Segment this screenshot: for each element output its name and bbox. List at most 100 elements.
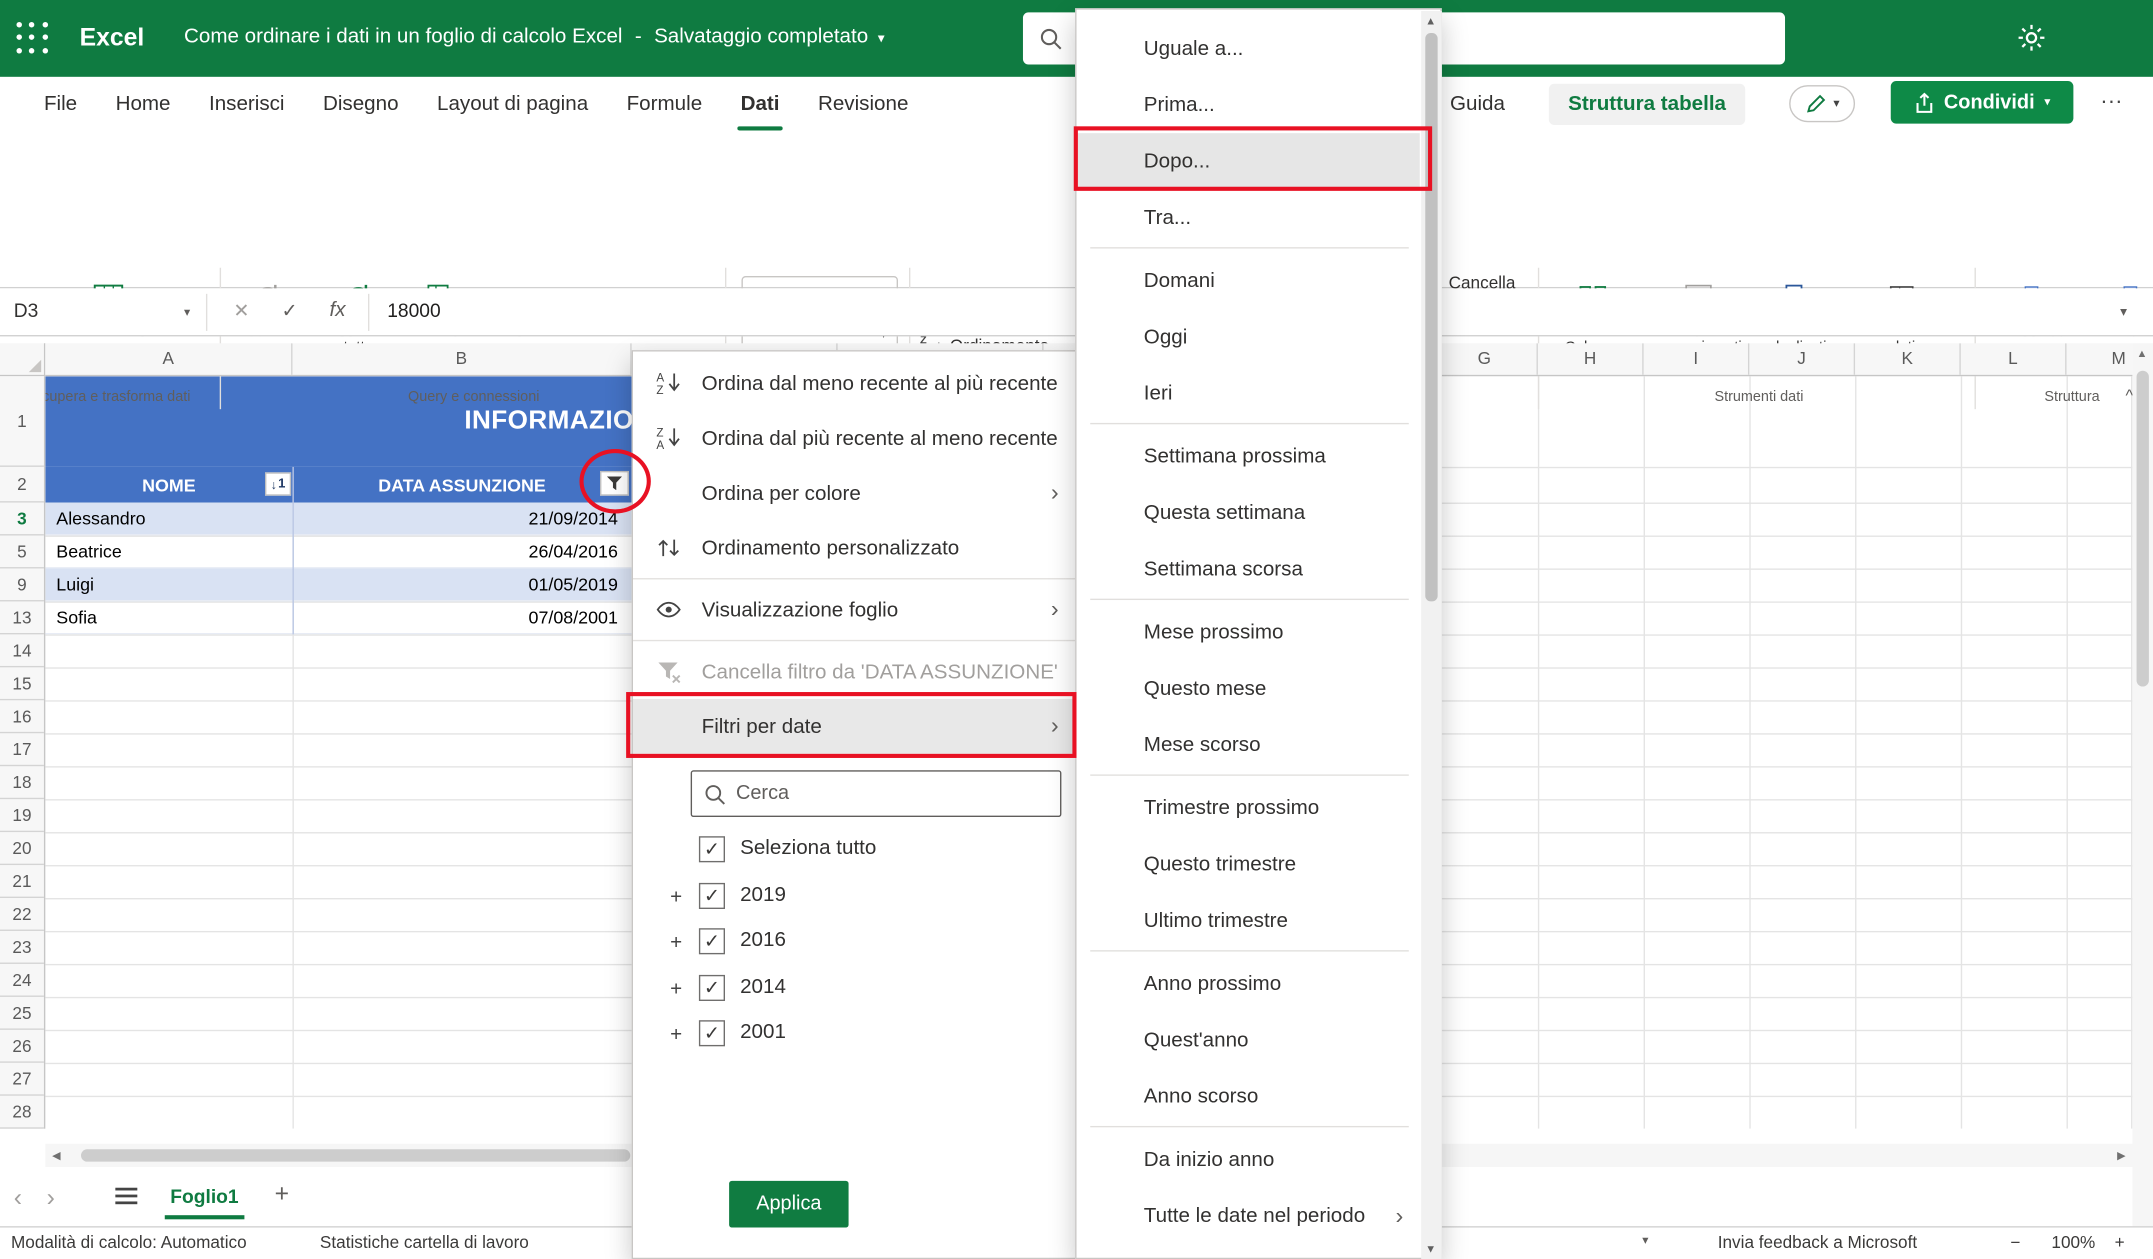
- column-header-h[interactable]: H: [1538, 343, 1644, 375]
- table-cell-date[interactable]: 01/05/2019: [292, 568, 631, 601]
- date-filter-prima[interactable]: Prima...: [1077, 77, 1420, 133]
- row-header-17[interactable]: 17: [0, 733, 44, 766]
- tab-dati[interactable]: Dati: [721, 77, 798, 131]
- sorted-column-badge[interactable]: ↓1: [265, 472, 291, 495]
- menu-item-ordina-dal-pi-recente-al-meno-recente[interactable]: ZAOrdina dal più recente al meno recente: [633, 411, 1077, 466]
- filter-checkbox-row-seleziona-tutto[interactable]: ✓Seleziona tutto: [633, 835, 1077, 871]
- scrollbar-thumb[interactable]: [2137, 371, 2149, 687]
- date-filter-anno-prossimo[interactable]: Anno prossimo: [1077, 956, 1420, 1012]
- filter-search-input[interactable]: [736, 783, 1031, 805]
- cancel-entry-icon[interactable]: ✕: [233, 299, 249, 322]
- confirm-entry-icon[interactable]: ✓: [281, 299, 297, 322]
- tab-guida[interactable]: Guida: [1442, 77, 1513, 131]
- date-filter-mese-prossimo[interactable]: Mese prossimo: [1077, 604, 1420, 660]
- row-header-3[interactable]: 3: [0, 503, 44, 536]
- table-header-data-assunzione[interactable]: DATA ASSUNZIONE: [292, 467, 631, 503]
- date-filter-tutte-le-date-nel-periodo[interactable]: Tutte le date nel periodo›: [1077, 1188, 1420, 1244]
- column-header-k[interactable]: K: [1855, 343, 1961, 375]
- formula-bar-value[interactable]: 18000: [387, 299, 440, 321]
- row-header-18[interactable]: 18: [0, 766, 44, 799]
- row-header-20[interactable]: 20: [0, 832, 44, 865]
- date-filter-ultimo-trimestre[interactable]: Ultimo trimestre: [1077, 893, 1420, 949]
- sheet-tab-foglio1[interactable]: Foglio1: [165, 1167, 244, 1226]
- chevron-down-icon[interactable]: ▾: [184, 305, 190, 320]
- date-filter-mese-scorso[interactable]: Mese scorso: [1077, 717, 1420, 773]
- row-header-1[interactable]: 1: [0, 376, 44, 467]
- row-header-28[interactable]: 28: [0, 1096, 44, 1129]
- workbook-statistics[interactable]: Statistiche cartella di lavoro: [320, 1233, 529, 1252]
- settings-gear-icon[interactable]: [2016, 22, 2049, 55]
- scrollbar-thumb[interactable]: [1425, 33, 1437, 601]
- share-button[interactable]: Condividi ▾: [1891, 81, 2074, 124]
- date-filter-trimestre-prossimo[interactable]: Trimestre prossimo: [1077, 780, 1420, 836]
- checkbox-2001[interactable]: ✓: [699, 1020, 725, 1046]
- column-header-a[interactable]: A: [45, 343, 292, 375]
- table-cell-name[interactable]: Luigi: [45, 568, 292, 601]
- scroll-right-icon[interactable]: ▶: [2117, 1149, 2125, 1161]
- column-filter-button[interactable]: [600, 471, 629, 496]
- more-options-button[interactable]: ...: [2101, 85, 2123, 110]
- menu-item-visualizzazione-foglio[interactable]: Visualizzazione foglio›: [633, 582, 1077, 637]
- tab-disegno[interactable]: Disegno: [304, 77, 418, 131]
- scrollbar-thumb[interactable]: [81, 1149, 630, 1161]
- expand-plus-icon[interactable]: +: [670, 931, 682, 954]
- table-cell-name[interactable]: Beatrice: [45, 536, 292, 569]
- row-header-24[interactable]: 24: [0, 964, 44, 997]
- date-filter-uguale-a[interactable]: Uguale a...: [1077, 21, 1420, 77]
- row-header-26[interactable]: 26: [0, 1030, 44, 1063]
- date-filter-questo-trimestre[interactable]: Questo trimestre: [1077, 836, 1420, 892]
- select-all-corner[interactable]: [0, 343, 45, 376]
- tab-file[interactable]: File: [25, 77, 97, 131]
- row-header-14[interactable]: 14: [0, 634, 44, 667]
- apply-filter-button[interactable]: Applica: [729, 1181, 848, 1228]
- filter-checkbox-row-2001[interactable]: +✓2001: [633, 1019, 1077, 1055]
- tab-formule[interactable]: Formule: [607, 77, 721, 131]
- expand-plus-icon[interactable]: +: [670, 978, 682, 1001]
- row-header-19[interactable]: 19: [0, 799, 44, 832]
- scroll-left-icon[interactable]: ◀: [52, 1149, 60, 1161]
- table-header-nome[interactable]: NOME: [45, 467, 292, 503]
- date-filter-dopo[interactable]: Dopo...: [1077, 133, 1420, 189]
- date-filter-tra[interactable]: Tra...: [1077, 189, 1420, 245]
- date-filter-quest-anno[interactable]: Quest'anno: [1077, 1012, 1420, 1068]
- menu-item-filtri-per-date[interactable]: Filtri per date›: [633, 699, 1077, 754]
- checkbox-2019[interactable]: ✓: [699, 883, 725, 909]
- expand-plus-icon[interactable]: +: [670, 886, 682, 909]
- chevron-down-icon[interactable]: ▾: [1642, 1233, 1648, 1248]
- checkbox-2014[interactable]: ✓: [699, 975, 725, 1001]
- row-header-21[interactable]: 21: [0, 865, 44, 898]
- column-header-b[interactable]: B: [292, 343, 631, 375]
- expand-formula-bar-icon[interactable]: ▾: [2120, 305, 2127, 320]
- checkbox-seleziona-tutto[interactable]: ✓: [699, 836, 725, 862]
- row-header-2[interactable]: 2: [0, 467, 44, 503]
- calc-mode-status[interactable]: Modalità di calcolo: Automatico: [11, 1233, 247, 1252]
- date-filter-questa-settimana[interactable]: Questa settimana: [1077, 485, 1420, 541]
- tab-revisione[interactable]: Revisione: [799, 77, 928, 131]
- date-filter-settimana-scorsa[interactable]: Settimana scorsa: [1077, 541, 1420, 597]
- table-cell-date[interactable]: 21/09/2014: [292, 503, 631, 536]
- row-header-13[interactable]: 13: [0, 601, 44, 634]
- column-header-l[interactable]: L: [1961, 343, 2067, 375]
- column-header-j[interactable]: J: [1749, 343, 1855, 375]
- expand-plus-icon[interactable]: +: [670, 1023, 682, 1046]
- next-sheet-icon[interactable]: ›: [47, 1184, 55, 1213]
- row-header-23[interactable]: 23: [0, 931, 44, 964]
- row-header-15[interactable]: 15: [0, 667, 44, 700]
- date-filter-domani[interactable]: Domani: [1077, 253, 1420, 309]
- date-filter-questo-mese[interactable]: Questo mese: [1077, 660, 1420, 716]
- zoom-out-button[interactable]: −: [2010, 1233, 2020, 1252]
- filter-checkbox-row-2014[interactable]: +✓2014: [633, 974, 1077, 1010]
- tab-layout-di-pagina[interactable]: Layout di pagina: [418, 77, 608, 131]
- add-sheet-icon[interactable]: +: [275, 1179, 289, 1208]
- date-filter-anno-scorso[interactable]: Anno scorso: [1077, 1068, 1420, 1124]
- date-filter-settimana-prossima[interactable]: Settimana prossima: [1077, 428, 1420, 484]
- prev-sheet-icon[interactable]: ‹: [14, 1184, 22, 1213]
- filter-checkbox-row-2016[interactable]: +✓2016: [633, 927, 1077, 963]
- menu-item-ordina-dal-meno-recente-al-pi-recente[interactable]: AZOrdina dal meno recente al più recente: [633, 356, 1077, 411]
- menu-item-ordinamento-personalizzato[interactable]: Ordinamento personalizzato: [633, 520, 1077, 575]
- scroll-up-icon[interactable]: ▲: [2137, 347, 2148, 359]
- tab-inserisci[interactable]: Inserisci: [190, 77, 304, 131]
- submenu-scrollbar[interactable]: ▲ ▼: [1421, 11, 1442, 1259]
- scroll-down-icon[interactable]: ▼: [1425, 1243, 1436, 1255]
- filter-checkbox-row-2019[interactable]: +✓2019: [633, 882, 1077, 918]
